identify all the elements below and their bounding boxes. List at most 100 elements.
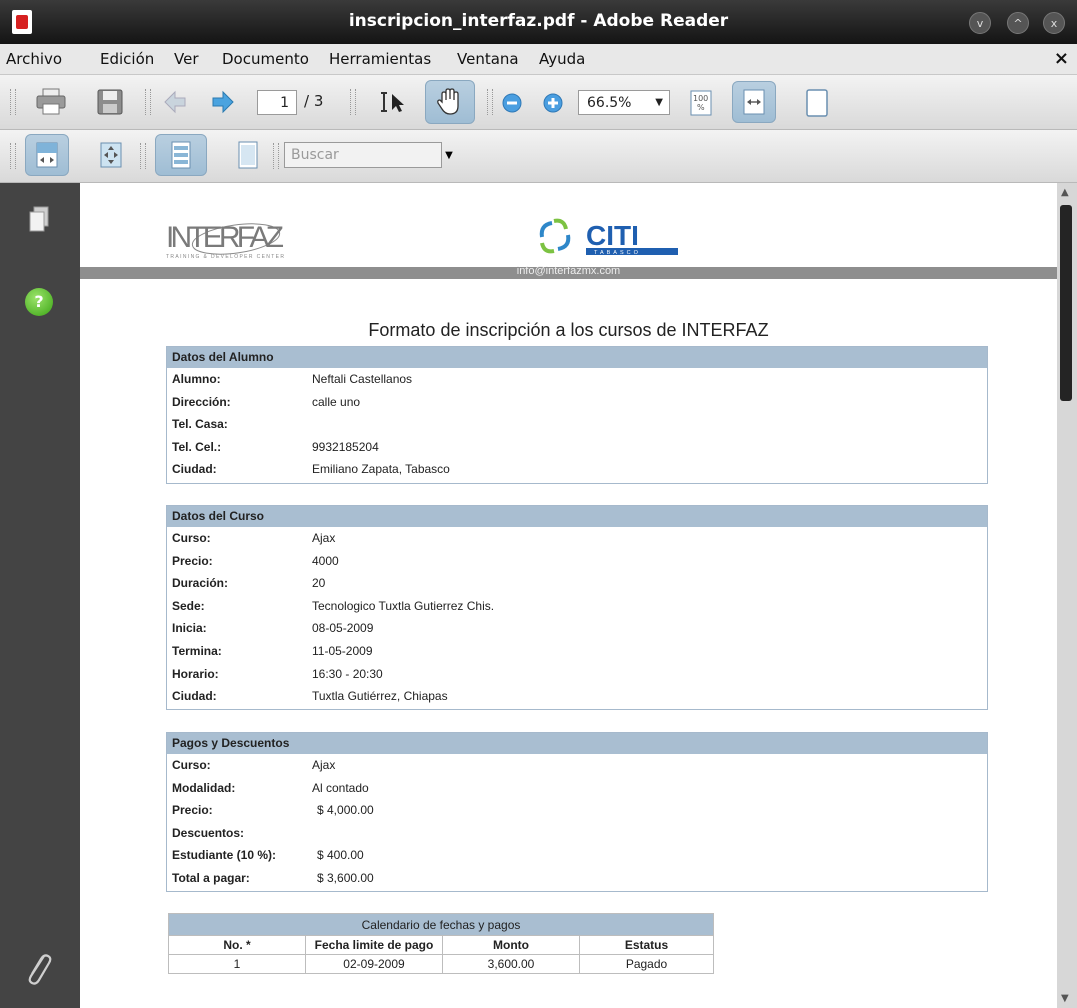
single-page-icon[interactable]	[155, 134, 207, 176]
window-title: inscripcion_interfaz.pdf - Adobe Reader	[348, 11, 729, 31]
field-label: Sede:	[172, 598, 205, 613]
fit-width-icon[interactable]	[732, 81, 776, 123]
column-header: No. *	[168, 935, 306, 955]
field-label: Ciudad:	[172, 689, 217, 704]
secondary-toolbar: Buscar ▼	[0, 130, 1077, 183]
payments-section: Pagos y Descuentos Curso: Ajax Modalidad:…	[166, 732, 988, 892]
field-label: Descuentos:	[172, 825, 245, 840]
field-row: Inicia: 08-05-2009	[167, 617, 987, 640]
field-label: Duración:	[172, 576, 229, 591]
chevron-down-icon: ▼	[655, 97, 663, 108]
hand-tool-icon[interactable]	[425, 80, 475, 124]
svg-text:%: %	[697, 103, 705, 112]
field-value: 4000	[312, 553, 339, 568]
toolbar-separator	[350, 89, 356, 115]
search-dropdown-icon[interactable]: ▼	[443, 146, 455, 164]
continuous-page-icon[interactable]	[233, 139, 263, 171]
menu-documento[interactable]: Documento	[222, 50, 309, 68]
field-label: Curso:	[172, 758, 211, 772]
field-label: Ciudad:	[172, 462, 217, 477]
print-icon[interactable]	[33, 86, 69, 118]
field-value: Al contado	[312, 780, 369, 795]
menu-ventana[interactable]: Ventana	[457, 50, 519, 68]
scroll-mode-icon[interactable]	[25, 134, 69, 176]
course-section: Datos del Curso Curso: Ajax Precio: 4000 D…	[166, 505, 988, 710]
menu-herramientas[interactable]: Herramientas	[329, 50, 431, 68]
contact-email: info@interfazmx.com	[516, 265, 621, 277]
maximize-button[interactable]: ^	[1007, 12, 1029, 34]
column-header: Monto	[442, 935, 580, 955]
field-value: Tuxtla Gutiérrez, Chiapas	[312, 689, 448, 704]
field-value: $ 3,600.00	[317, 870, 374, 885]
scroll-down-icon[interactable]: ▼	[1061, 993, 1069, 1004]
field-label: Horario:	[172, 666, 219, 681]
fit-page-icon[interactable]	[802, 87, 832, 119]
attachments-icon[interactable]	[22, 948, 54, 990]
menu-ver[interactable]: Ver	[174, 50, 199, 68]
document-title: Formato de inscripción a los cursos de I…	[368, 320, 769, 340]
field-value: calle uno	[312, 394, 361, 409]
search-input[interactable]: Buscar	[284, 142, 442, 168]
toolbar-separator	[140, 143, 146, 169]
field-row: Curso: Ajax	[167, 527, 987, 550]
menu-bar: Archivo Edición Ver Documento Herramient…	[0, 44, 1077, 75]
field-row: Sede: Tecnologico Tuxtla Gutierrez Chis.	[167, 595, 987, 618]
field-label: Inicia:	[172, 621, 207, 636]
toolbar-grip	[10, 89, 16, 115]
actual-size-icon[interactable]: 100%	[686, 88, 716, 118]
field-row: Total a pagar: $ 3,600.00	[167, 867, 987, 890]
main-toolbar: 1 / 3 66.5% ▼ 100%	[0, 75, 1077, 130]
pages-panel-icon[interactable]	[28, 206, 50, 238]
save-icon[interactable]	[92, 86, 128, 118]
field-value: Emiliano Zapata, Tabasco	[312, 462, 450, 477]
field-row: Descuentos:	[167, 822, 987, 845]
table-cell: 3,600.00	[442, 954, 580, 974]
svg-text:TABASCO: TABASCO	[594, 250, 641, 256]
minimize-button[interactable]: v	[969, 12, 991, 34]
toolbar-separator	[273, 143, 279, 169]
field-row: Tel. Casa:	[167, 413, 987, 436]
field-row: Precio: 4000	[167, 550, 987, 573]
toolbar-separator	[145, 89, 151, 115]
zoom-out-icon[interactable]	[500, 91, 524, 115]
student-section: Datos del Alumno Alumno: Neftali Castella…	[166, 346, 988, 484]
zoom-level-value: 66.5%	[587, 94, 632, 111]
field-label: Termina:	[172, 643, 222, 658]
field-label: Alumno:	[172, 372, 221, 386]
field-row: Precio: $ 4,000.00	[167, 799, 987, 822]
field-row: Dirección: calle uno	[167, 391, 987, 414]
fit-visible-icon[interactable]	[96, 140, 126, 170]
field-label: Curso:	[172, 531, 211, 545]
field-label: Tel. Cel.:	[172, 439, 222, 454]
toolbar-separator	[487, 89, 493, 115]
field-row: Modalidad: Al contado	[167, 777, 987, 800]
vertical-scrollbar[interactable]: ▲ ▼	[1057, 183, 1077, 1008]
next-page-icon[interactable]	[208, 87, 238, 117]
field-row: Ciudad: Tuxtla Gutiérrez, Chiapas	[167, 685, 987, 708]
close-window-button[interactable]: x	[1043, 12, 1065, 34]
document-page: INTERFAZ TRAINING & DEVELOPER CENTER CIT…	[80, 183, 1057, 1008]
scroll-up-icon[interactable]: ▲	[1061, 187, 1069, 198]
citi-logo: CITI TABASCO	[534, 217, 684, 259]
field-row: Horario: 16:30 - 20:30	[167, 663, 987, 686]
zoom-in-icon[interactable]	[541, 91, 565, 115]
section-header: Datos del Alumno	[167, 347, 987, 368]
table-cell: 02-09-2009	[305, 954, 443, 974]
menu-edicion[interactable]: Edición	[100, 50, 154, 68]
menu-ayuda[interactable]: Ayuda	[539, 50, 585, 68]
select-tool-icon[interactable]	[375, 87, 411, 117]
field-label: Dirección:	[172, 394, 231, 409]
close-document-button[interactable]: ×	[1054, 48, 1069, 69]
field-value: Ajax	[312, 758, 336, 772]
page-number-input[interactable]: 1	[257, 90, 297, 115]
field-row: Alumno: Neftali Castellanos	[167, 368, 987, 391]
section-header: Datos del Curso	[167, 506, 987, 527]
help-icon[interactable]: ?	[25, 288, 53, 316]
scrollbar-thumb[interactable]	[1060, 205, 1072, 401]
zoom-level-select[interactable]: 66.5% ▼	[578, 90, 670, 115]
menu-archivo[interactable]: Archivo	[6, 50, 62, 68]
previous-page-icon[interactable]	[160, 87, 190, 117]
interfaz-logo: INTERFAZ TRAINING & DEVELOPER CENTER	[166, 213, 286, 261]
field-label: Tel. Casa:	[172, 417, 228, 432]
navigation-sidebar: ?	[0, 183, 80, 1008]
